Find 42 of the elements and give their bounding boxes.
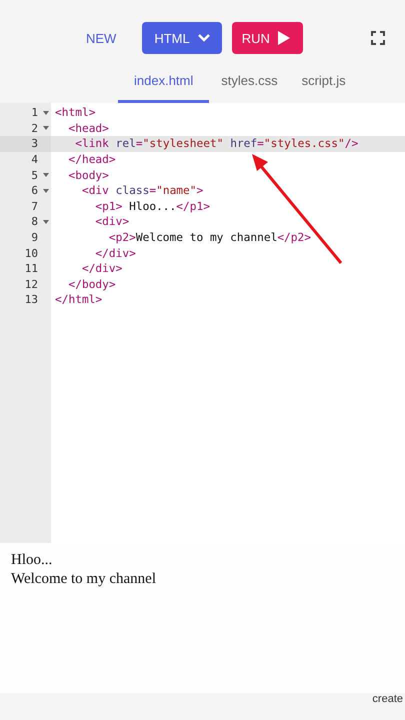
line-number: 5 — [31, 168, 39, 182]
play-icon — [278, 31, 290, 45]
code-line: </html> — [55, 293, 102, 306]
file-tab[interactable]: script.js — [290, 67, 358, 103]
code-line: </body> — [68, 278, 116, 291]
line-number: 11 — [24, 262, 39, 276]
fold-icon[interactable] — [42, 220, 48, 224]
line-number: 13 — [24, 293, 39, 306]
line-number: 10 — [24, 246, 39, 260]
line-number: 12 — [24, 278, 39, 291]
line-number: 9 — [31, 231, 39, 244]
line-number: 4 — [31, 153, 39, 166]
file-tab[interactable]: styles.css — [209, 67, 290, 103]
preview-text: Hloo... — [11, 551, 54, 570]
line-number: 1 — [31, 106, 39, 120]
new-button[interactable]: NEW — [84, 26, 118, 50]
fold-icon[interactable] — [42, 188, 48, 193]
code-line: <p1> Hloo...</p1> — [95, 200, 210, 213]
footer-text: create — [372, 693, 404, 705]
line-number: 8 — [31, 215, 39, 228]
fold-icon[interactable] — [42, 173, 48, 178]
line-number: 7 — [31, 200, 39, 213]
code-line: <link rel="stylesheet" href="styles.css"/> — [75, 137, 358, 150]
code-line: </div> — [82, 262, 122, 276]
line-number: 3 — [31, 137, 39, 150]
line-number: 2 — [31, 122, 39, 135]
fold-icon[interactable] — [42, 110, 48, 115]
code-line: <body> — [68, 168, 109, 182]
code-line: <html> — [55, 106, 96, 120]
code-line: <p2>Welcome to my channel</p2> — [108, 231, 312, 244]
code-line: <div> — [95, 215, 130, 228]
code-line: </head> — [68, 153, 116, 166]
fold-icon[interactable] — [42, 126, 48, 130]
line-number: 6 — [31, 184, 39, 198]
code-line: <head> — [68, 122, 109, 135]
code-line: <div class="name"> — [82, 184, 204, 198]
language-dropdown[interactable]: HTML — [142, 22, 222, 54]
run-button[interactable]: RUN — [232, 22, 303, 54]
preview-text: Welcome to my channel — [11, 570, 157, 589]
code-line: </div> — [95, 246, 136, 260]
chevron-icon — [198, 34, 210, 42]
fullscreen-icon[interactable] — [371, 31, 385, 45]
